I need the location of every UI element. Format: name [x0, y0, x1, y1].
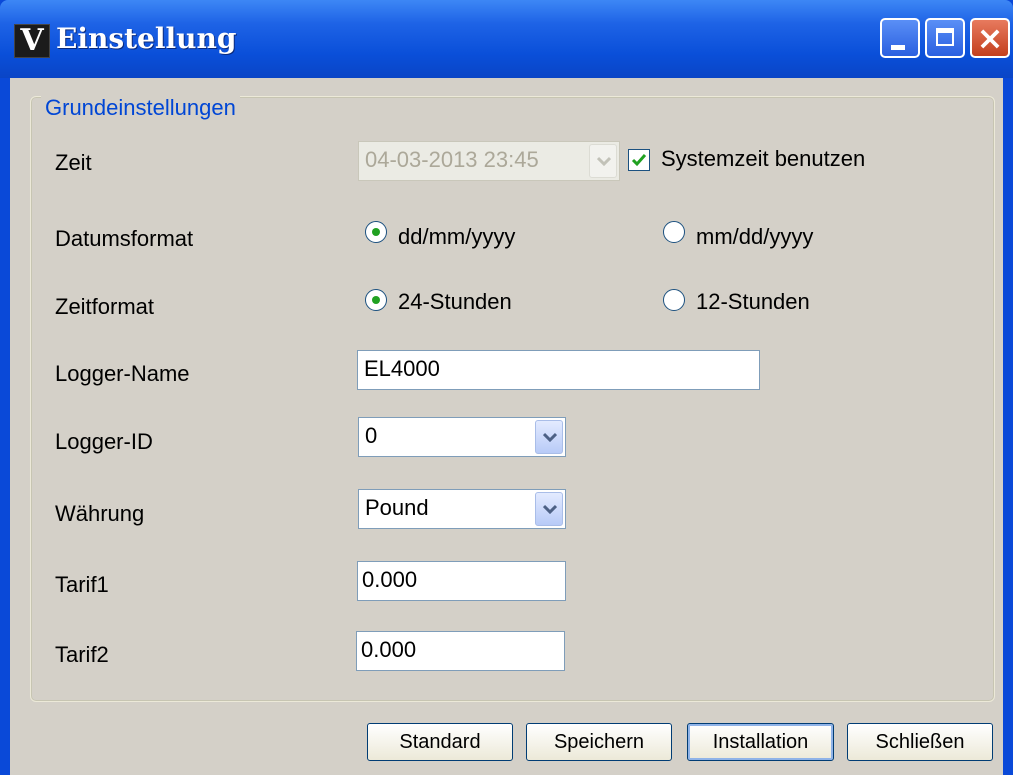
time-picker[interactable]: 04-03-2013 23:45 — [358, 141, 620, 181]
close-dialog-button[interactable]: Schließen — [847, 723, 993, 761]
tariff1-input[interactable]: 0.000 — [357, 561, 566, 601]
system-time-label: Systemzeit benutzen — [661, 146, 866, 171]
title-bar[interactable]: V Einstellung × — [0, 0, 1013, 78]
group-title: Grundeinstellungen — [41, 95, 240, 121]
time-format-12h-label: 12-Stunden — [696, 289, 810, 314]
time-label: Zeit — [55, 150, 92, 175]
logger-name-label: Logger-Name — [55, 361, 190, 386]
chevron-down-icon — [535, 492, 563, 526]
dialog-body: Grundeinstellungen Zeit 04-03-2013 23:45… — [10, 78, 1003, 775]
chevron-down-icon — [535, 420, 563, 454]
maximize-button[interactable] — [925, 18, 965, 58]
time-format-12h-radio[interactable] — [663, 289, 685, 311]
chevron-down-icon — [589, 144, 617, 178]
currency-label: Währung — [55, 501, 145, 526]
close-icon: × — [976, 19, 1004, 57]
basic-settings-group: Grundeinstellungen — [30, 95, 995, 702]
app-logo-icon: V — [14, 24, 50, 58]
tariff1-label: Tarif1 — [55, 572, 109, 597]
date-format-label: Datumsformat — [55, 226, 194, 251]
logger-id-value: 0 — [365, 423, 378, 448]
close-button[interactable]: × — [970, 18, 1010, 58]
check-icon — [631, 154, 647, 167]
system-time-checkbox[interactable] — [628, 149, 650, 171]
date-format-mmddyyyy-radio[interactable] — [663, 221, 685, 243]
tariff2-label: Tarif2 — [55, 642, 109, 667]
time-format-label: Zeitformat — [55, 294, 155, 319]
currency-select[interactable]: Pound — [358, 489, 566, 529]
tariff2-input[interactable]: 0.000 — [356, 631, 565, 671]
date-format-ddmmyyyy-label: dd/mm/yyyy — [398, 224, 516, 249]
save-button[interactable]: Speichern — [526, 723, 672, 761]
logger-id-label: Logger-ID — [55, 429, 153, 454]
time-format-24h-label: 24-Stunden — [398, 289, 512, 314]
time-value: 04-03-2013 23:45 — [365, 147, 539, 172]
standard-button[interactable]: Standard — [367, 723, 513, 761]
minimize-icon — [891, 45, 905, 50]
settings-window: V Einstellung × Grundeinstellungen Zeit … — [0, 0, 1013, 775]
window-title: Einstellung — [56, 22, 237, 55]
minimize-button[interactable] — [880, 18, 920, 58]
installation-button[interactable]: Installation — [687, 723, 834, 761]
logger-name-input[interactable]: EL4000 — [357, 350, 760, 390]
logger-id-select[interactable]: 0 — [358, 417, 566, 457]
time-format-24h-radio[interactable] — [365, 289, 387, 311]
maximize-icon — [936, 28, 954, 46]
date-format-ddmmyyyy-radio[interactable] — [365, 221, 387, 243]
currency-value: Pound — [365, 495, 429, 520]
date-format-mmddyyyy-label: mm/dd/yyyy — [696, 224, 814, 249]
